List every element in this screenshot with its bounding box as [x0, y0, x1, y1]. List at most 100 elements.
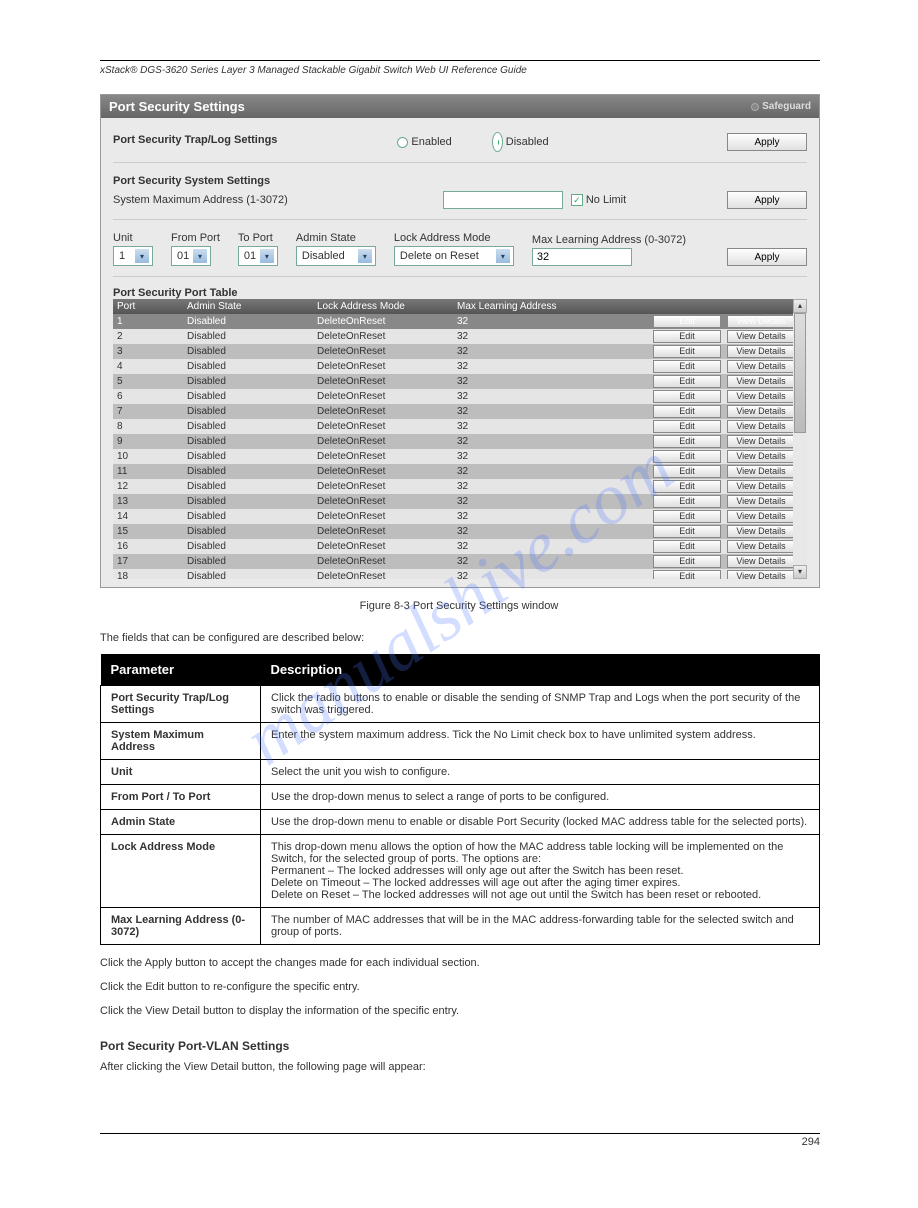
toport-select[interactable]: 01▾: [238, 246, 278, 266]
apply-button[interactable]: Apply: [727, 191, 807, 209]
view-details-button[interactable]: View Details: [727, 330, 795, 343]
edit-button[interactable]: Edit: [653, 435, 721, 448]
panel-title: Port Security Settings: [109, 99, 245, 114]
cell-admin: Disabled: [187, 421, 317, 432]
cell-max: 32: [457, 346, 597, 357]
table-row[interactable]: 6DisabledDeleteOnReset32EditView Details: [113, 389, 807, 404]
view-details-button[interactable]: View Details: [727, 375, 795, 388]
table-row[interactable]: 4DisabledDeleteOnReset32EditView Details: [113, 359, 807, 374]
edit-button[interactable]: Edit: [653, 315, 721, 328]
cell-lock: DeleteOnReset: [317, 421, 457, 432]
cell-port: 1: [117, 316, 187, 327]
view-details-button[interactable]: View Details: [727, 555, 795, 568]
fromport-select[interactable]: 01▾: [171, 246, 211, 266]
cell-admin: Disabled: [187, 451, 317, 462]
edit-button[interactable]: Edit: [653, 345, 721, 358]
parameters-table: Parameter Description Port Security Trap…: [100, 654, 820, 945]
edit-button[interactable]: Edit: [653, 465, 721, 478]
view-details-button[interactable]: View Details: [727, 525, 795, 538]
param-name: Max Learning Address (0-3072): [101, 908, 261, 945]
cell-max: 32: [457, 361, 597, 372]
scroll-down-icon[interactable]: ▾: [793, 565, 807, 579]
nolimit-checkbox[interactable]: ✓ No Limit: [571, 194, 626, 206]
view-details-button[interactable]: View Details: [727, 450, 795, 463]
view-details-button[interactable]: View Details: [727, 345, 795, 358]
edit-button[interactable]: Edit: [653, 540, 721, 553]
edit-button[interactable]: Edit: [653, 330, 721, 343]
table-row[interactable]: 11DisabledDeleteOnReset32EditView Detail…: [113, 464, 807, 479]
radio-icon: [397, 137, 408, 148]
page-header: xStack® DGS-3620 Series Layer 3 Managed …: [100, 65, 818, 76]
view-details-button[interactable]: View Details: [727, 435, 795, 448]
view-details-button[interactable]: View Details: [727, 510, 795, 523]
system-max-input[interactable]: [443, 191, 563, 209]
table-row[interactable]: 9DisabledDeleteOnReset32EditView Details: [113, 434, 807, 449]
edit-button[interactable]: Edit: [653, 570, 721, 579]
view-details-button[interactable]: View Details: [727, 480, 795, 493]
th-parameter: Parameter: [101, 654, 261, 686]
edit-button[interactable]: Edit: [653, 375, 721, 388]
cell-admin: Disabled: [187, 376, 317, 387]
view-details-button[interactable]: View Details: [727, 540, 795, 553]
param-row: Lock Address ModeThis drop-down menu all…: [101, 835, 820, 908]
cell-lock: DeleteOnReset: [317, 376, 457, 387]
edit-button[interactable]: Edit: [653, 495, 721, 508]
edit-button[interactable]: Edit: [653, 390, 721, 403]
table-row[interactable]: 7DisabledDeleteOnReset32EditView Details: [113, 404, 807, 419]
apply-button[interactable]: Apply: [727, 248, 807, 266]
maxlearn-input[interactable]: [532, 248, 632, 266]
table-row[interactable]: 5DisabledDeleteOnReset32EditView Details: [113, 374, 807, 389]
param-row: From Port / To PortUse the drop-down men…: [101, 785, 820, 810]
unit-select[interactable]: 1▾: [113, 246, 153, 266]
scroll-up-icon[interactable]: ▴: [793, 299, 807, 313]
table-row[interactable]: 18DisabledDeleteOnReset32EditView Detail…: [113, 569, 807, 579]
cell-max: 32: [457, 481, 597, 492]
cell-port: 18: [117, 571, 187, 579]
edit-button[interactable]: Edit: [653, 525, 721, 538]
edit-button[interactable]: Edit: [653, 555, 721, 568]
edit-button[interactable]: Edit: [653, 510, 721, 523]
cell-admin: Disabled: [187, 436, 317, 447]
edit-button[interactable]: Edit: [653, 450, 721, 463]
radio-enabled-label: Enabled: [411, 136, 451, 148]
safeguard-label: Safeguard: [762, 101, 811, 112]
scroll-thumb[interactable]: [794, 313, 806, 433]
edit-button[interactable]: Edit: [653, 405, 721, 418]
chevron-down-icon: ▾: [496, 249, 510, 263]
view-details-button[interactable]: View Details: [727, 465, 795, 478]
view-details-button[interactable]: View Details: [727, 570, 795, 579]
edit-button[interactable]: Edit: [653, 360, 721, 373]
param-desc: Use the drop-down menus to select a rang…: [261, 785, 820, 810]
cell-max: 32: [457, 526, 597, 537]
adminstate-select[interactable]: Disabled▾: [296, 246, 376, 266]
view-details-button[interactable]: View Details: [727, 420, 795, 433]
param-row: Port Security Trap/Log SettingsClick the…: [101, 686, 820, 723]
table-row[interactable]: 14DisabledDeleteOnReset32EditView Detail…: [113, 509, 807, 524]
table-row[interactable]: 1DisabledDeleteOnReset32EditView Details: [113, 314, 807, 329]
table-row[interactable]: 13DisabledDeleteOnReset32EditView Detail…: [113, 494, 807, 509]
table-row[interactable]: 16DisabledDeleteOnReset32EditView Detail…: [113, 539, 807, 554]
table-row[interactable]: 2DisabledDeleteOnReset32EditView Details: [113, 329, 807, 344]
cell-admin: Disabled: [187, 571, 317, 579]
radio-enabled[interactable]: Enabled: [397, 132, 451, 152]
table-row[interactable]: 15DisabledDeleteOnReset32EditView Detail…: [113, 524, 807, 539]
table-row[interactable]: 12DisabledDeleteOnReset32EditView Detail…: [113, 479, 807, 494]
table-row[interactable]: 3DisabledDeleteOnReset32EditView Details: [113, 344, 807, 359]
edit-button[interactable]: Edit: [653, 420, 721, 433]
traplog-title: Port Security Trap/Log Settings: [113, 134, 277, 146]
view-details-button[interactable]: View Details: [727, 315, 795, 328]
cell-port: 6: [117, 391, 187, 402]
view-details-button[interactable]: View Details: [727, 390, 795, 403]
view-details-button[interactable]: View Details: [727, 495, 795, 508]
view-details-button[interactable]: View Details: [727, 405, 795, 418]
view-details-button[interactable]: View Details: [727, 360, 795, 373]
radio-disabled[interactable]: Disabled: [492, 132, 549, 152]
lockmode-select[interactable]: Delete on Reset▾: [394, 246, 514, 266]
apply-button[interactable]: Apply: [727, 133, 807, 151]
table-row[interactable]: 8DisabledDeleteOnReset32EditView Details: [113, 419, 807, 434]
table-row[interactable]: 10DisabledDeleteOnReset32EditView Detail…: [113, 449, 807, 464]
cell-port: 2: [117, 331, 187, 342]
scrollbar[interactable]: ▴ ▾: [793, 299, 807, 579]
edit-button[interactable]: Edit: [653, 480, 721, 493]
table-row[interactable]: 17DisabledDeleteOnReset32EditView Detail…: [113, 554, 807, 569]
